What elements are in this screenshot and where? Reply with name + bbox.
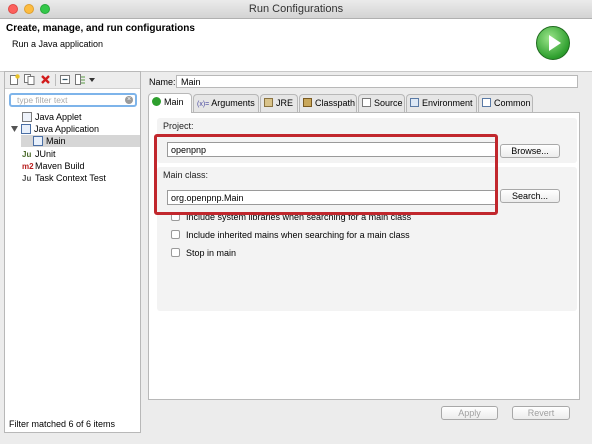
configuration-editor: Name: Main (x)=Arguments JRE Classpath S… (146, 71, 588, 433)
highlight-box (154, 134, 498, 215)
filter-input[interactable] (9, 93, 137, 107)
tree-item-java-applet[interactable]: Java Applet (22, 111, 82, 123)
tab-jre[interactable]: JRE (260, 94, 298, 112)
source-icon (362, 98, 371, 107)
filter-icon[interactable] (75, 74, 86, 85)
tab-label: Arguments (211, 98, 255, 108)
apply-button[interactable]: Apply (441, 406, 498, 420)
project-label: Project: (163, 121, 194, 131)
tree-item-label: Java Applet (35, 112, 82, 122)
checkbox-box[interactable] (171, 230, 180, 239)
tab-label: JRE (276, 98, 294, 108)
arguments-icon: (x)= (197, 101, 210, 108)
common-icon (482, 98, 491, 107)
header-banner: Create, manage, and run configurations R… (0, 19, 592, 72)
tree-item-label: Task Context Test (35, 173, 106, 183)
run-icon (536, 26, 570, 60)
tree-item-java-application[interactable]: Java Application (11, 123, 99, 135)
tab-label: Environment (422, 98, 473, 108)
launch-config-icon (33, 136, 43, 146)
new-configuration-icon[interactable] (9, 74, 20, 85)
duplicate-icon[interactable] (24, 74, 35, 85)
revert-button[interactable]: Revert (512, 406, 570, 420)
task-context-icon: Ju (22, 174, 32, 183)
tab-environment[interactable]: Environment (406, 94, 477, 112)
tab-source[interactable]: Source (358, 94, 405, 112)
tree-item-junit[interactable]: Ju JUnit (22, 148, 56, 160)
tab-common[interactable]: Common (478, 94, 533, 112)
banner-title: Create, manage, and run configurations (6, 23, 195, 34)
window-title: Run Configurations (248, 3, 344, 15)
java-application-icon (21, 124, 31, 134)
tab-label: Main (164, 97, 184, 107)
tab-label: Classpath (315, 98, 356, 108)
tree-item-maven-build[interactable]: m2Maven Build (22, 160, 85, 172)
checkbox-label: Include inherited mains when searching f… (186, 230, 410, 240)
environment-icon (410, 98, 419, 107)
tab-label: Common (494, 98, 531, 108)
checkbox-label: Stop in main (186, 248, 237, 258)
tree-item-label: Main (46, 136, 66, 146)
search-button[interactable]: Search... (500, 189, 560, 203)
tree-item-task-context-test[interactable]: Ju Task Context Test (22, 172, 106, 184)
jre-icon (264, 98, 273, 107)
configuration-list-panel: × Java Applet Java Application Main JuJU… (4, 71, 141, 433)
stop-in-main-checkbox[interactable]: Stop in main (171, 248, 236, 258)
expand-arrow-icon[interactable] (11, 126, 18, 132)
configuration-toolbar (5, 72, 140, 89)
chevron-down-icon[interactable] (89, 78, 95, 82)
tree-item-main[interactable]: Main (21, 135, 140, 147)
name-label: Name: (149, 77, 176, 87)
checkbox-box[interactable] (171, 248, 180, 257)
tree-item-label: Java Application (34, 124, 100, 134)
tree-item-label: Maven Build (35, 161, 85, 171)
tree-item-label: JUnit (35, 149, 56, 159)
collapse-all-icon[interactable] (60, 74, 71, 85)
tab-classpath[interactable]: Classpath (299, 94, 357, 112)
filter-status: Filter matched 6 of 6 items (9, 419, 116, 429)
main-tab-icon (152, 97, 161, 106)
window-title-bar: Run Configurations (0, 0, 592, 19)
clear-filter-icon[interactable]: × (125, 96, 133, 104)
toolbar-separator (55, 74, 56, 86)
java-applet-icon (22, 112, 32, 122)
banner-subtitle: Run a Java application (12, 39, 104, 49)
include-inherited-mains-checkbox[interactable]: Include inherited mains when searching f… (171, 230, 410, 240)
delete-icon[interactable] (40, 74, 51, 85)
classpath-icon (303, 98, 312, 107)
browse-button[interactable]: Browse... (500, 144, 560, 158)
tab-arguments[interactable]: (x)= Arguments (193, 94, 259, 112)
tab-label: Source (374, 98, 403, 108)
tab-main[interactable]: Main (148, 93, 192, 113)
name-field[interactable] (176, 75, 578, 88)
